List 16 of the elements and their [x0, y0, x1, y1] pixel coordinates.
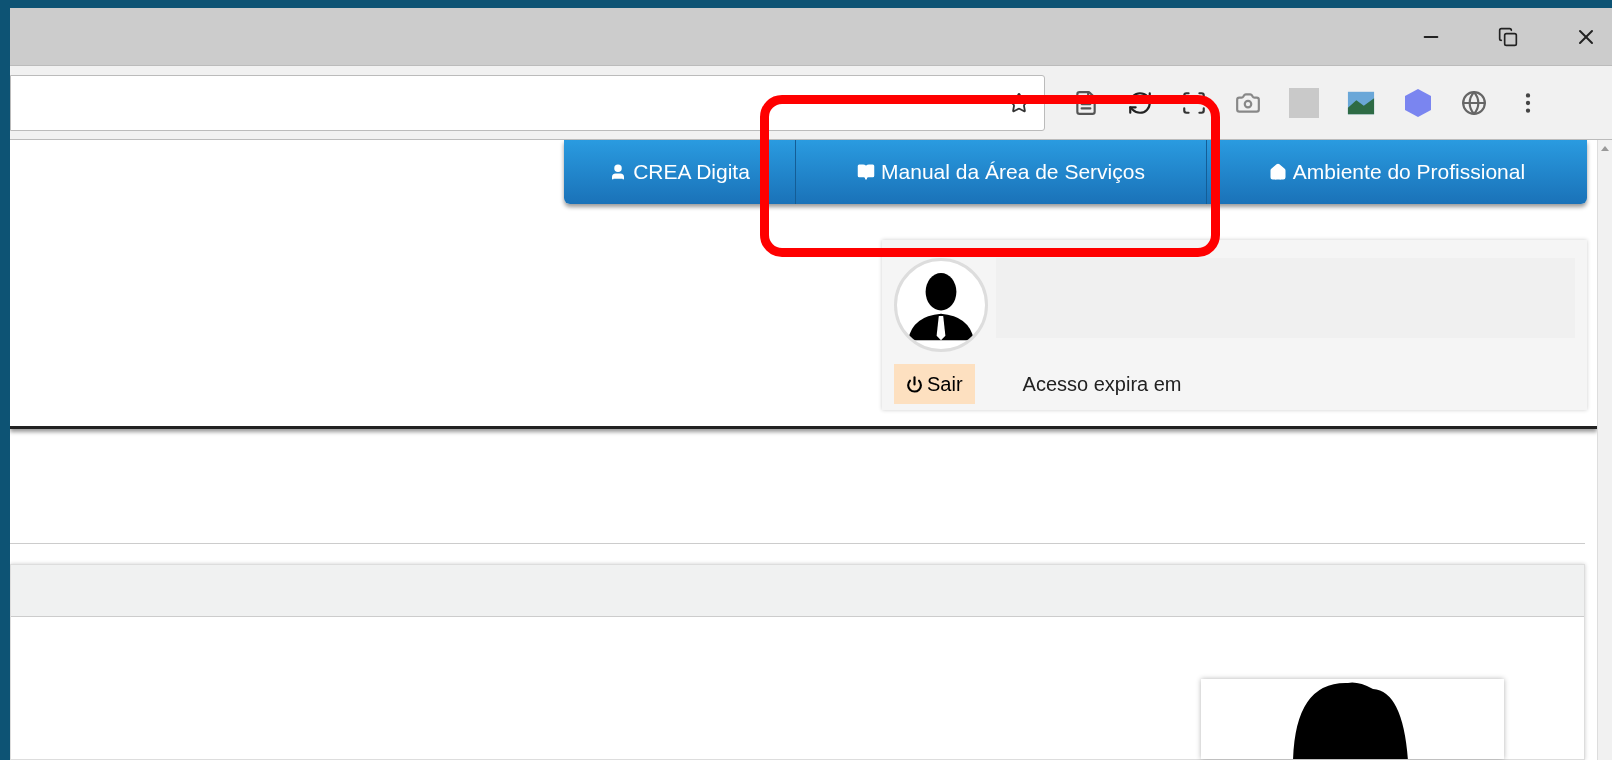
nav-link[interactable]: Manual da Área de Serviços [795, 140, 1206, 204]
access-expiry-label: Acesso expira em [1022, 372, 1182, 397]
nav-link[interactable]: Ambiente do Profissional [1206, 140, 1587, 204]
logout-button[interactable]: Sair [894, 364, 975, 404]
document-icon[interactable] [1073, 89, 1099, 116]
hexagon-icon[interactable] [1403, 87, 1433, 118]
nav-link[interactable]: CREA Digita [564, 140, 795, 204]
globe-icon[interactable] [1461, 89, 1487, 116]
scrollbar[interactable] [1597, 140, 1612, 760]
capture-icon[interactable] [1181, 89, 1207, 116]
power-icon [906, 375, 923, 393]
restore-icon[interactable] [1498, 26, 1518, 47]
address-field[interactable] [10, 74, 1045, 131]
book-icon [857, 163, 876, 181]
home-icon [1268, 163, 1287, 181]
sync-icon[interactable] [1127, 89, 1153, 116]
